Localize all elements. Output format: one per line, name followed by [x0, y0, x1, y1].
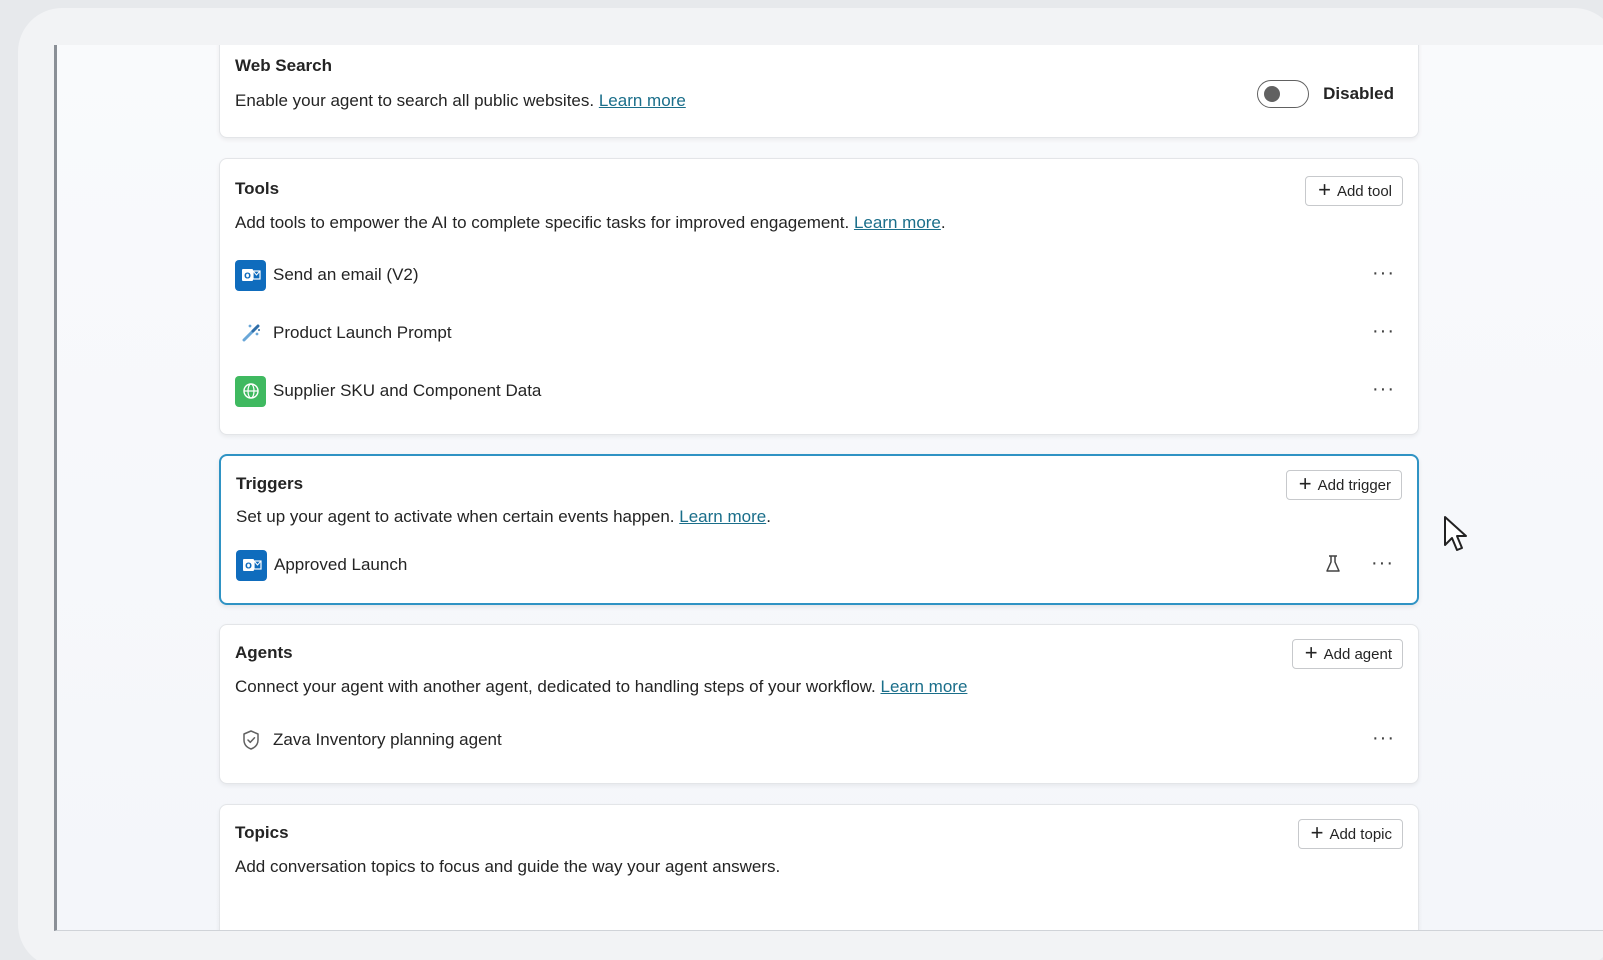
more-options-icon[interactable]: ··· — [1372, 379, 1395, 399]
outlook-icon: O — [235, 259, 266, 291]
svg-text:O: O — [245, 562, 252, 571]
outlook-icon: O — [236, 549, 267, 581]
tools-title: Tools — [235, 179, 280, 198]
topics-description: Add conversation topics to focus and gui… — [235, 857, 781, 876]
agents-title: Agents — [235, 643, 293, 662]
web-search-toggle[interactable] — [1257, 80, 1310, 108]
more-options-icon[interactable]: ··· — [1372, 263, 1395, 283]
dataverse-icon — [235, 375, 266, 407]
trigger-item[interactable]: O Approved Launch ··· — [236, 549, 1402, 581]
tool-item-label: Product Launch Prompt — [273, 323, 452, 342]
toggle-knob — [1264, 86, 1281, 102]
device-frame: Web Search Enable your agent to search a… — [18, 8, 1603, 960]
tools-card: Tools Add tools to empower the AI to com… — [219, 158, 1419, 435]
web-search-toggle-group: Disabled — [1257, 80, 1394, 108]
plus-icon: + — [1304, 640, 1318, 665]
plus-icon: + — [1310, 820, 1324, 845]
add-tool-label: Add tool — [1336, 182, 1392, 200]
web-search-learn-more-link[interactable]: Learn more — [599, 91, 686, 110]
triggers-title: Triggers — [236, 474, 304, 493]
tools-description: Add tools to empower the AI to complete … — [235, 213, 946, 233]
mouse-pointer-icon — [1443, 515, 1469, 558]
agents-learn-more-link[interactable]: Learn more — [880, 677, 967, 696]
agents-description-text: Connect your agent with another agent, d… — [235, 677, 876, 696]
tools-description-text: Add tools to empower the AI to complete … — [235, 213, 850, 232]
agent-item-label: Zava Inventory planning agent — [273, 730, 502, 749]
topics-title: Topics — [235, 823, 289, 842]
triggers-description-text: Set up your agent to activate when certa… — [236, 507, 675, 526]
trigger-item-label: Approved Launch — [274, 555, 408, 574]
plus-icon: + — [1318, 177, 1331, 202]
tool-item[interactable]: Supplier SKU and Component Data ··· — [235, 375, 1403, 407]
add-agent-label: Add agent — [1323, 645, 1392, 663]
plus-icon: + — [1298, 471, 1312, 496]
tools-link-suffix: . — [940, 213, 946, 232]
agents-description: Connect your agent with another agent, d… — [235, 677, 967, 697]
web-search-toggle-state: Disabled — [1323, 84, 1394, 103]
prompt-icon — [235, 318, 266, 349]
add-agent-button[interactable]: + Add agent — [1291, 639, 1403, 669]
triggers-description: Set up your agent to activate when certa… — [236, 507, 771, 527]
topics-card: Topics Add conversation topics to focus … — [219, 804, 1419, 930]
agent-settings-panel: Web Search Enable your agent to search a… — [54, 45, 1603, 931]
agents-card: Agents Connect your agent with another a… — [219, 624, 1419, 784]
triggers-link-suffix: . — [766, 507, 771, 526]
add-tool-button[interactable]: + Add tool — [1305, 176, 1403, 206]
test-flask-icon[interactable] — [1324, 554, 1342, 579]
tool-item[interactable]: O Send an email (V2) ··· — [235, 259, 1403, 291]
web-search-card: Web Search Enable your agent to search a… — [219, 45, 1419, 138]
shield-icon — [235, 725, 266, 756]
more-options-icon[interactable]: ··· — [1372, 728, 1395, 748]
triggers-card[interactable]: Triggers Set up your agent to activate w… — [219, 454, 1419, 605]
add-trigger-button[interactable]: + Add trigger — [1285, 470, 1402, 500]
web-search-title: Web Search — [235, 56, 333, 75]
tools-learn-more-link[interactable]: Learn more — [854, 213, 941, 232]
more-options-icon[interactable]: ··· — [1372, 321, 1395, 341]
svg-text:O: O — [244, 272, 251, 281]
triggers-learn-more-link[interactable]: Learn more — [679, 507, 766, 526]
tool-item-label: Supplier SKU and Component Data — [273, 381, 542, 400]
add-trigger-label: Add trigger — [1317, 476, 1391, 494]
tool-item[interactable]: Product Launch Prompt ··· — [235, 317, 1403, 349]
tool-item-label: Send an email (V2) — [273, 265, 419, 284]
web-search-description: Enable your agent to search all public w… — [235, 91, 686, 111]
web-search-description-text: Enable your agent to search all public w… — [235, 91, 595, 110]
more-options-icon[interactable]: ··· — [1371, 553, 1394, 573]
add-topic-label: Add topic — [1329, 825, 1392, 843]
agent-item[interactable]: Zava Inventory planning agent ··· — [235, 724, 1403, 756]
add-topic-button[interactable]: + Add topic — [1297, 819, 1403, 849]
